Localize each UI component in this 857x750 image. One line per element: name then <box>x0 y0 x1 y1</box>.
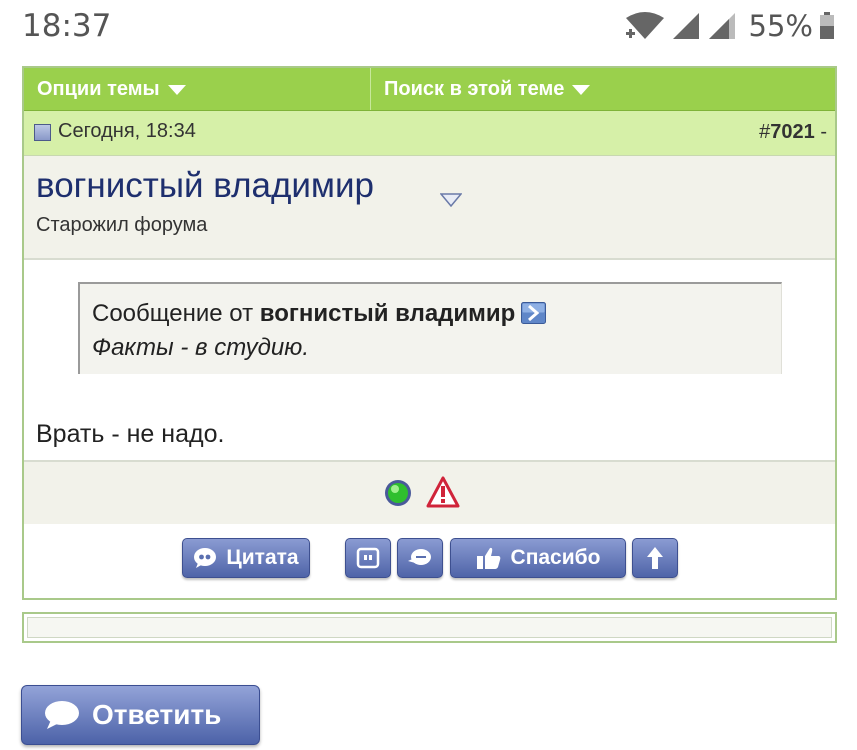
thumbs-up-icon <box>476 547 500 569</box>
quote-block: Сообщение от вогнистый владимир Факты - … <box>78 282 782 374</box>
search-thread-menu[interactable]: Поиск в этой теме <box>371 68 835 110</box>
user-menu-arrow-icon[interactable] <box>440 193 462 207</box>
quote-button[interactable]: Цитата <box>182 538 310 578</box>
thread-options-label: Опции темы <box>37 77 160 100</box>
quote-header: Сообщение от вогнистый владимир <box>92 300 547 328</box>
multi-quote-button[interactable] <box>345 538 391 578</box>
status-icons: 55% <box>625 9 835 43</box>
post-status-icon <box>34 124 51 141</box>
quote-bubble-icon <box>194 548 217 568</box>
username-link[interactable]: вогнистый владимир <box>36 166 374 206</box>
thanks-button-label: Спасибо <box>510 546 601 569</box>
speech-bubble-icon <box>45 701 79 729</box>
battery-percent: 55% <box>748 9 813 43</box>
thread-toolbar: Опции темы Поиск в этой теме <box>24 68 835 111</box>
quote-author: вогнистый владимир <box>259 300 516 327</box>
status-time: 18:37 <box>22 8 112 44</box>
quick-reply-icon <box>408 549 431 565</box>
online-status-icon <box>385 480 411 506</box>
multi-quote-icon <box>356 547 380 569</box>
thread-options-menu[interactable]: Опции темы <box>24 68 371 110</box>
post-number-suffix: - <box>814 121 827 143</box>
post-number-value: 7021 <box>770 121 815 143</box>
thanks-button[interactable]: Спасибо <box>450 538 626 578</box>
post-header: Сегодня, 18:34 #7021 - <box>24 111 835 156</box>
post-message: Врать - не надо. <box>36 420 225 448</box>
wifi-icon <box>625 12 664 39</box>
post-date: Сегодня, 18:34 <box>58 120 196 142</box>
scroll-top-button[interactable] <box>632 538 678 578</box>
status-bar: 18:37 55% <box>0 0 857 52</box>
post-number-prefix: # <box>759 121 771 143</box>
signal-icon-2 <box>708 13 735 39</box>
user-rank: Старожил форума <box>36 214 208 236</box>
battery-icon <box>820 12 834 39</box>
arrow-up-icon <box>647 547 663 569</box>
post-body: Сообщение от вогнистый владимир Факты - … <box>24 260 835 460</box>
view-post-arrow-icon[interactable] <box>521 302 547 324</box>
post-number[interactable]: #7021 - <box>759 121 827 144</box>
reply-button[interactable]: Ответить <box>21 685 260 745</box>
empty-panel <box>22 612 837 643</box>
user-info: вогнистый владимир Старожил форума <box>24 156 835 260</box>
empty-panel-inner <box>27 617 832 638</box>
search-thread-label: Поиск в этой теме <box>384 77 565 100</box>
quote-text: Факты - в студию. <box>92 334 309 361</box>
quote-prefix: Сообщение от <box>92 300 260 327</box>
post-status-row <box>24 460 835 526</box>
report-post-icon[interactable] <box>426 476 460 508</box>
post-actions: Цитата Спасибо <box>24 524 835 598</box>
dropdown-arrow-icon <box>167 85 186 95</box>
signal-icon <box>672 13 699 39</box>
quick-reply-button[interactable] <box>397 538 443 578</box>
reply-button-label: Ответить <box>92 699 222 730</box>
quote-button-label: Цитата <box>226 546 299 569</box>
dropdown-arrow-icon <box>572 85 591 95</box>
forum-post: Опции темы Поиск в этой теме Сегодня, 18… <box>22 66 837 600</box>
